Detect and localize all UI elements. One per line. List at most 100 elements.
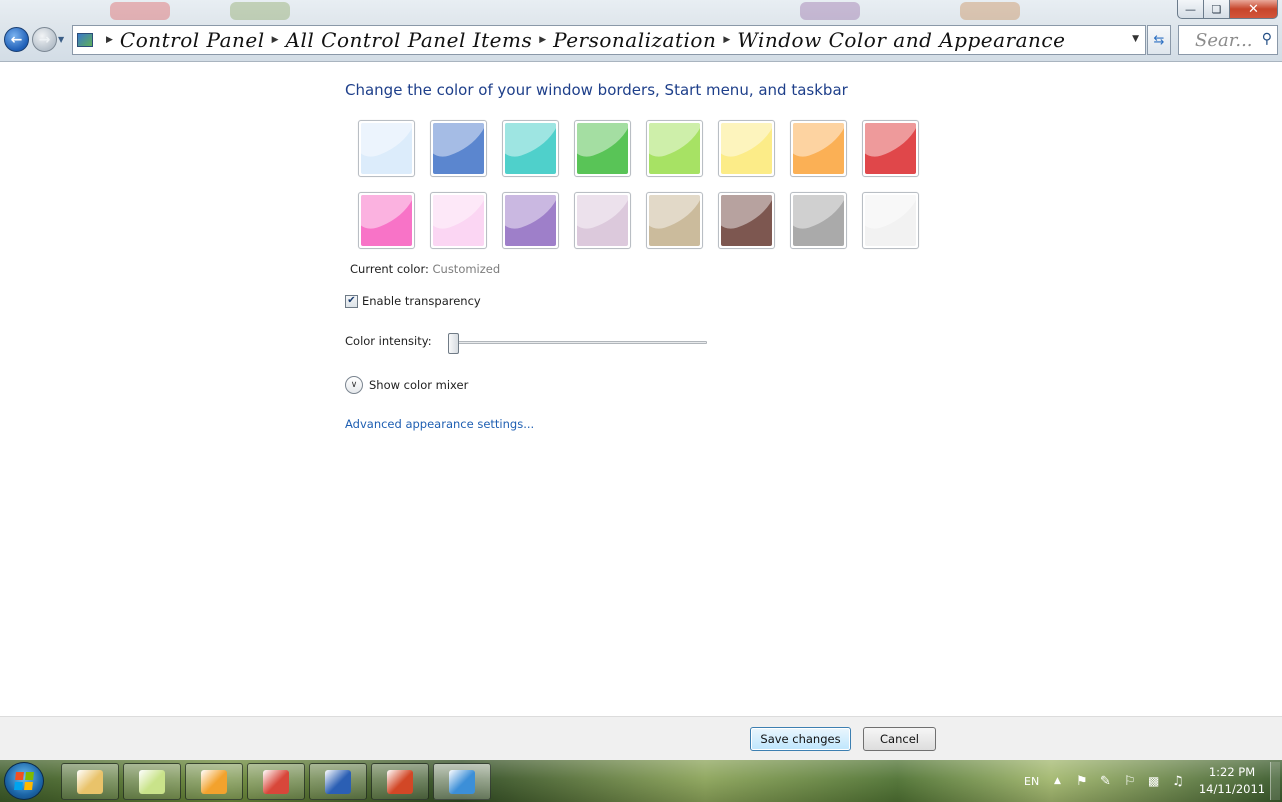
color-swatch-fill: [649, 195, 700, 246]
control-panel-icon: [77, 33, 93, 47]
color-swatch-fill: [649, 123, 700, 174]
address-bar[interactable]: ▶ Control Panel ▶ All Control Panel Item…: [72, 25, 1146, 55]
color-swatch-sea[interactable]: [502, 120, 559, 177]
taskbar-sticky-notes-button[interactable]: [123, 763, 181, 800]
breadcrumb-control-panel[interactable]: Control Panel: [120, 28, 265, 52]
current-color-value: Customized: [432, 262, 501, 276]
windows-logo-icon: [14, 772, 34, 790]
color-swatch-taupe[interactable]: [646, 192, 703, 249]
color-swatch-fill: [865, 195, 916, 246]
windows-explorer-icon: [77, 769, 103, 794]
show-hidden-icons-icon[interactable]: ▲: [1054, 760, 1061, 802]
search-icon[interactable]: ⚲: [1262, 31, 1272, 47]
color-swatch-fuchsia[interactable]: [358, 192, 415, 249]
language-indicator[interactable]: EN: [1024, 760, 1039, 802]
command-bar: [0, 716, 1282, 760]
navigation-buttons: ← → ▼: [4, 27, 64, 52]
color-swatch-grid: [358, 120, 919, 249]
search-input[interactable]: [1195, 29, 1257, 51]
color-swatch-sun[interactable]: [718, 120, 775, 177]
color-swatch-fill: [577, 123, 628, 174]
color-swatch-leaf[interactable]: [574, 120, 631, 177]
color-swatch-fill: [361, 195, 412, 246]
picasa-icon: [201, 769, 227, 794]
save-changes-button[interactable]: Save changes: [750, 727, 851, 751]
color-swatch-violet[interactable]: [502, 192, 559, 249]
address-dropdown-icon[interactable]: ▼: [1132, 34, 1139, 44]
color-swatch-fill: [721, 195, 772, 246]
breadcrumb-separator-icon[interactable]: ▶: [106, 35, 113, 45]
network-icon[interactable]: ▩: [1148, 760, 1159, 802]
system-clock[interactable]: 1:22 PM 14/11/2011: [1196, 764, 1268, 798]
taskbar-google-chrome-button[interactable]: [247, 763, 305, 800]
show-color-mixer-toggle[interactable]: ∨ Show color mixer: [345, 376, 468, 394]
start-button[interactable]: [4, 762, 44, 800]
color-swatch-blush[interactable]: [430, 192, 487, 249]
color-swatch-fill: [505, 123, 556, 174]
color-intensity-label: Color intensity:: [345, 334, 432, 348]
back-arrow-icon[interactable]: ←: [4, 27, 29, 52]
title-decoration: [960, 2, 1020, 20]
taskbar-windows-explorer-button[interactable]: [61, 763, 119, 800]
control-panel-icon: [449, 769, 475, 794]
color-swatch-twilight[interactable]: [430, 120, 487, 177]
title-decoration: [800, 2, 860, 20]
page-title: Change the color of your window borders,…: [345, 81, 848, 99]
transparency-option[interactable]: ✔ Enable transparency: [345, 294, 481, 308]
window-controls: — ❏ ✕: [1177, 0, 1278, 19]
color-swatch-fill: [361, 123, 412, 174]
breadcrumb-separator-icon[interactable]: ▶: [272, 35, 279, 45]
show-color-mixer-label[interactable]: Show color mixer: [369, 378, 468, 392]
refresh-icon[interactable]: ⇆: [1147, 25, 1171, 55]
breadcrumb-window-color[interactable]: Window Color and Appearance: [737, 28, 1065, 52]
cancel-button[interactable]: Cancel: [863, 727, 936, 751]
taskbar-picasa-button[interactable]: [185, 763, 243, 800]
security-icon[interactable]: ⚑: [1076, 760, 1088, 802]
taskbar-control-panel-button[interactable]: [433, 763, 491, 800]
volume-icon[interactable]: ♫: [1172, 760, 1184, 802]
close-icon[interactable]: ✕: [1230, 0, 1278, 19]
color-swatch-fill: [721, 123, 772, 174]
transparency-checkbox[interactable]: ✔: [345, 294, 358, 308]
pen-icon[interactable]: ✎: [1100, 760, 1111, 802]
search-box[interactable]: ⚲: [1178, 25, 1278, 55]
color-swatch-fill: [793, 123, 844, 174]
color-swatch-ruby[interactable]: [862, 120, 919, 177]
color-swatch-slate[interactable]: [790, 192, 847, 249]
breadcrumb-separator-icon[interactable]: ▶: [723, 35, 730, 45]
breadcrumb-all-items[interactable]: All Control Panel Items: [286, 28, 533, 52]
clock-date: 14/11/2011: [1198, 782, 1266, 796]
color-swatch-lime[interactable]: [646, 120, 703, 177]
microsoft-powerpoint-icon: [387, 769, 413, 794]
color-swatch-chocolate[interactable]: [718, 192, 775, 249]
advanced-appearance-link[interactable]: Advanced appearance settings...: [345, 417, 534, 431]
color-swatch-fill: [793, 195, 844, 246]
minimize-icon[interactable]: —: [1177, 0, 1204, 19]
taskbar-microsoft-powerpoint-button[interactable]: [371, 763, 429, 800]
breadcrumb-personalization[interactable]: Personalization: [553, 28, 716, 52]
color-swatch-fill: [865, 123, 916, 174]
color-swatch-fill: [505, 195, 556, 246]
action-center-flag-icon[interactable]: ⚐: [1124, 760, 1136, 802]
current-color: Current color: Customized: [350, 262, 500, 276]
color-swatch-frost[interactable]: [862, 192, 919, 249]
show-desktop-button[interactable]: [1270, 762, 1280, 800]
color-intensity-slider-thumb[interactable]: [448, 333, 459, 354]
google-chrome-icon: [263, 769, 289, 794]
color-intensity-slider[interactable]: [452, 341, 707, 344]
current-color-label: Current color:: [350, 262, 429, 276]
transparency-label[interactable]: Enable transparency: [362, 294, 481, 308]
color-swatch-fill: [577, 195, 628, 246]
maximize-icon[interactable]: ❏: [1204, 0, 1230, 19]
color-swatch-sky[interactable]: [358, 120, 415, 177]
breadcrumb-separator-icon[interactable]: ▶: [539, 35, 546, 45]
color-swatch-lavender[interactable]: [574, 192, 631, 249]
history-dropdown-icon[interactable]: ▼: [58, 35, 64, 44]
chevron-down-icon[interactable]: ∨: [345, 376, 363, 394]
color-swatch-fill: [433, 123, 484, 174]
taskbar-microsoft-word-button[interactable]: [309, 763, 367, 800]
title-decoration: [110, 2, 170, 20]
forward-arrow-icon[interactable]: →: [32, 27, 57, 52]
color-swatch-pumpkin[interactable]: [790, 120, 847, 177]
title-bar: — ❏ ✕ ← → ▼ ▶ Control Panel ▶ All Contro…: [0, 0, 1282, 62]
